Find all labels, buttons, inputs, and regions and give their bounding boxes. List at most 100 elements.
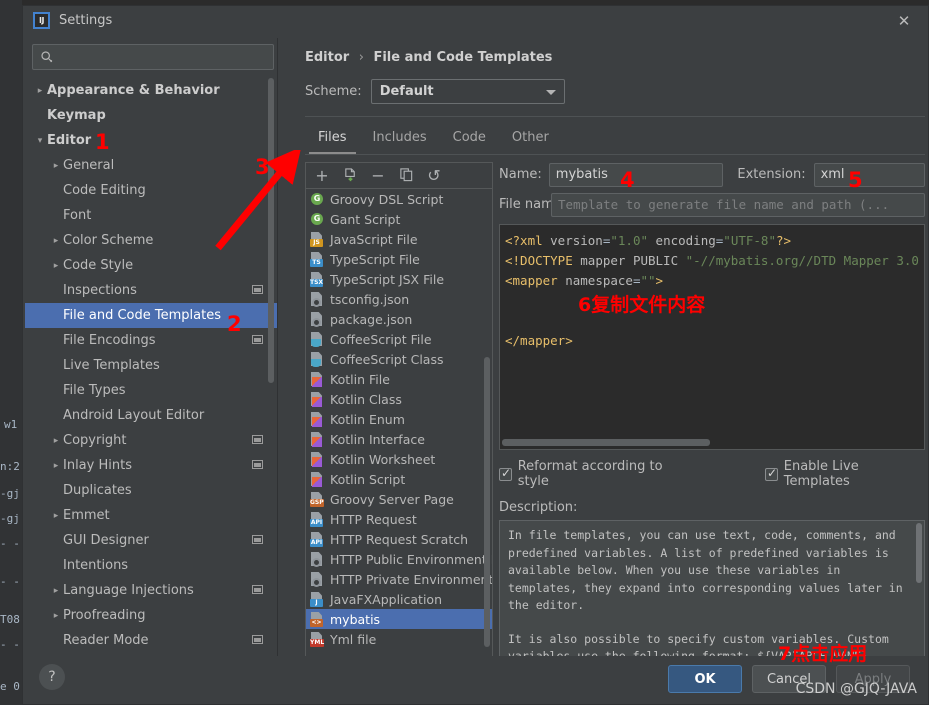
sidebar-item-keymap[interactable]: ▸Keymap	[25, 103, 277, 128]
sidebar-item-label: File and Code Templates	[63, 308, 221, 323]
list-item-label: Kotlin Class	[330, 391, 402, 407]
list-item[interactable]: HTTP Public Environment F	[306, 549, 492, 569]
sidebar-item-emmet[interactable]: ▸ Emmet	[25, 503, 277, 528]
sidebar-item-label: Color Scheme	[63, 233, 154, 248]
tab-files[interactable]: Files	[305, 123, 360, 154]
chevron-right-icon[interactable]: ▸	[33, 86, 47, 96]
sidebar-item-appearance-behavior[interactable]: ▸ Appearance & Behavior	[25, 78, 277, 103]
chevron-right-icon[interactable]: ▸	[49, 261, 63, 271]
reformat-checkbox[interactable]: Reformat according to style	[499, 459, 693, 489]
sidebar-item-gui-designer[interactable]: ▸GUI Designer	[25, 528, 277, 553]
tab-other[interactable]: Other	[499, 123, 562, 154]
sidebar-item-color-scheme[interactable]: ▸ Color Scheme	[25, 228, 277, 253]
sidebar-item-label: Intentions	[63, 558, 129, 573]
list-item[interactable]: Kotlin Script	[306, 469, 492, 489]
list-item[interactable]: Kotlin Enum	[306, 409, 492, 429]
list-item[interactable]: Kotlin Class	[306, 389, 492, 409]
template-name-input[interactable]: mybatis	[548, 162, 724, 187]
scheme-dropdown[interactable]: Default	[370, 79, 565, 104]
duplicate-template-button[interactable]	[395, 165, 417, 187]
sidebar-item-intentions[interactable]: ▸Intentions	[25, 553, 277, 578]
sidebar-item-inspections[interactable]: ▸Inspections	[25, 278, 277, 303]
list-item[interactable]: JS JavaScript File	[306, 229, 492, 249]
template-list[interactable]: G Groovy DSL Script G Gant Script JS JavaScri…	[306, 189, 492, 657]
coffeescript-icon	[309, 351, 325, 367]
list-item[interactable]: Kotlin File	[306, 369, 492, 389]
sidebar-item-proofreading[interactable]: ▸ Proofreading	[25, 603, 277, 628]
cancel-button[interactable]: Cancel	[752, 665, 826, 693]
list-item[interactable]: G Groovy DSL Script	[306, 189, 492, 209]
code-editor-hscrollbar[interactable]	[502, 439, 710, 446]
chevron-right-icon[interactable]: ▸	[49, 236, 63, 246]
enable-live-templates-checkbox[interactable]: Enable Live Templates	[765, 459, 925, 489]
sidebar-scrollbar[interactable]	[268, 78, 274, 383]
list-item-selected[interactable]: <> mybatis	[306, 609, 492, 629]
list-item[interactable]: API HTTP Request	[306, 509, 492, 529]
chevron-down-icon	[545, 90, 556, 95]
chevron-right-icon[interactable]: ▸	[49, 511, 63, 521]
description-scrollbar[interactable]	[916, 523, 922, 583]
sidebar-item-editor[interactable]: ▾ Editor	[25, 128, 277, 153]
chevron-right-icon[interactable]: ▸	[49, 586, 63, 596]
list-item[interactable]: HTTP Private Environment	[306, 569, 492, 589]
sidebar-item-label: Language Injections	[63, 583, 194, 598]
list-item[interactable]: J JavaFXApplication	[306, 589, 492, 609]
help-button[interactable]: ?	[39, 664, 65, 690]
list-item-label: package.json	[330, 311, 413, 327]
list-item[interactable]: TS TypeScript File	[306, 249, 492, 269]
extension-label: Extension:	[737, 167, 806, 182]
sidebar-item-label: Android Layout Editor	[63, 408, 205, 423]
list-item[interactable]: CoffeeScript File	[306, 329, 492, 349]
list-item[interactable]: TSX TypeScript JSX File	[306, 269, 492, 289]
settings-tree[interactable]: ▸Appearance & Behavior▸Keymap▾Editor▸Gen…	[25, 78, 277, 658]
sidebar-item-code-editing[interactable]: ▸Code Editing	[25, 178, 277, 203]
breadcrumb-current: File and Code Templates	[373, 50, 553, 65]
list-item[interactable]: Kotlin Interface	[306, 429, 492, 449]
search-icon	[41, 51, 53, 63]
sidebar-item-android-layout-editor[interactable]: ▸Android Layout Editor	[25, 403, 277, 428]
sidebar-item-file-encodings[interactable]: ▸File Encodings	[25, 328, 277, 353]
list-item[interactable]: YML Yml file	[306, 629, 492, 649]
sidebar-item-file-and-code-templates[interactable]: ▸File and Code Templates	[25, 303, 277, 328]
list-item[interactable]: Kotlin Worksheet	[306, 449, 492, 469]
sidebar-item-language-injections[interactable]: ▸ Language Injections	[25, 578, 277, 603]
ok-button[interactable]: OK	[668, 665, 742, 693]
chevron-right-icon[interactable]: ▸	[49, 611, 63, 621]
sidebar-item-code-style[interactable]: ▸ Code Style	[25, 253, 277, 278]
list-item[interactable]: tsconfig.json	[306, 289, 492, 309]
list-item[interactable]: CoffeeScript Class	[306, 349, 492, 369]
template-extension-input[interactable]: xml	[813, 162, 925, 187]
sidebar-item-live-templates[interactable]: ▸Live Templates	[25, 353, 277, 378]
sidebar-item-reader-mode[interactable]: ▸Reader Mode	[25, 628, 277, 653]
sidebar-item-file-types[interactable]: ▸File Types	[25, 378, 277, 403]
sidebar-item-copyright[interactable]: ▸ Copyright	[25, 428, 277, 453]
chevron-right-icon[interactable]: ▸	[49, 436, 63, 446]
template-list-vscrollbar[interactable]	[484, 357, 490, 647]
tab-code[interactable]: Code	[440, 123, 499, 154]
chevron-right-icon[interactable]: ▸	[49, 161, 63, 171]
template-code-editor[interactable]: <?xml version="1.0" encoding="UTF-8"?> <!…	[499, 224, 925, 450]
reset-template-button[interactable]: ↺	[423, 165, 445, 187]
remove-template-button[interactable]: −	[367, 165, 389, 187]
breadcrumb-parent[interactable]: Editor	[305, 50, 349, 65]
file-name-input[interactable]: Template to generate file name and path …	[551, 192, 925, 217]
list-item[interactable]: package.json	[306, 309, 492, 329]
list-item[interactable]: API HTTP Request Scratch	[306, 529, 492, 549]
apply-button[interactable]: Apply	[836, 665, 910, 693]
list-item[interactable]: G Gant Script	[306, 209, 492, 229]
close-icon[interactable]: ✕	[884, 6, 924, 36]
search-input[interactable]	[32, 44, 274, 70]
template-tabs[interactable]: Files Includes Code Other	[305, 123, 562, 154]
list-item[interactable]: GSP Groovy Server Page	[306, 489, 492, 509]
chevron-down-icon[interactable]: ▾	[33, 136, 47, 146]
list-item-label: JavaScript File	[330, 231, 418, 247]
add-template-button[interactable]: +	[311, 165, 333, 187]
tab-includes[interactable]: Includes	[360, 123, 440, 154]
sidebar-item-font[interactable]: ▸Font	[25, 203, 277, 228]
chevron-right-icon[interactable]: ▸	[49, 461, 63, 471]
sidebar-item-inlay-hints[interactable]: ▸ Inlay Hints	[25, 453, 277, 478]
sidebar-item-general[interactable]: ▸ General	[25, 153, 277, 178]
copy-template-button[interactable]	[339, 165, 361, 187]
sidebar-item-label: Copyright	[63, 433, 127, 448]
sidebar-item-duplicates[interactable]: ▸Duplicates	[25, 478, 277, 503]
